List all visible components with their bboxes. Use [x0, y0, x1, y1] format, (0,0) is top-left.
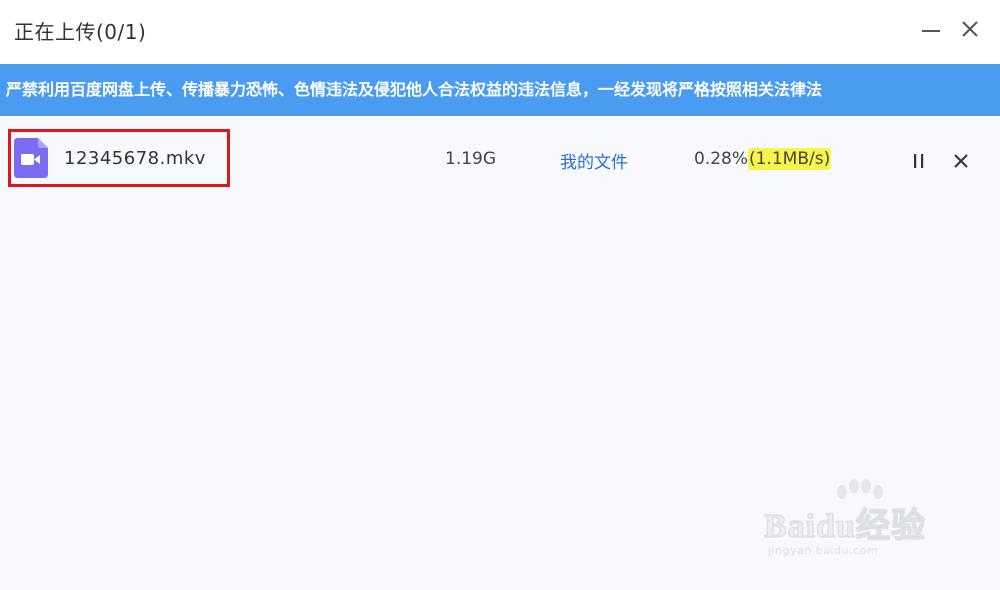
destination-link[interactable]: 我的文件 — [560, 148, 628, 173]
minimize-button[interactable] — [916, 14, 946, 44]
pause-button[interactable] — [908, 150, 930, 172]
baidu-watermark: Baidu经验 jingyan.baidu.com — [760, 478, 960, 568]
title-bar: 正在上传(0/1) — [0, 0, 1000, 64]
progress-status: 0.28%(1.1MB/s) — [694, 148, 832, 170]
cancel-upload-button[interactable] — [950, 150, 972, 172]
close-icon — [962, 21, 978, 37]
cancel-icon — [954, 154, 968, 168]
upload-row: 12345678.mkv 1.19G 我的文件 0.28%(1.1MB/s) — [0, 122, 1000, 198]
upload-speed: (1.1MB/s) — [748, 148, 832, 170]
notice-banner: 严禁利用百度网盘上传、传播暴力恐怖、色情违法及侵犯他人合法权益的违法信息，一经发… — [0, 64, 1000, 116]
file-name: 12345678.mkv — [64, 148, 206, 169]
file-size: 1.19G — [445, 149, 497, 169]
progress-percent: 0.28% — [694, 149, 749, 169]
upload-window: 正在上传(0/1) 严禁利用百度网盘上传、传播暴力恐怖、色情违法及侵犯他人合法权… — [0, 0, 1000, 590]
pause-icon — [914, 154, 924, 168]
minimize-icon — [922, 30, 940, 32]
close-button[interactable] — [955, 14, 985, 44]
watermark-url: jingyan.baidu.com — [768, 544, 879, 557]
watermark-brand: Baidu经验 — [763, 507, 926, 546]
video-file-icon — [14, 138, 48, 178]
window-title: 正在上传(0/1) — [14, 20, 147, 44]
